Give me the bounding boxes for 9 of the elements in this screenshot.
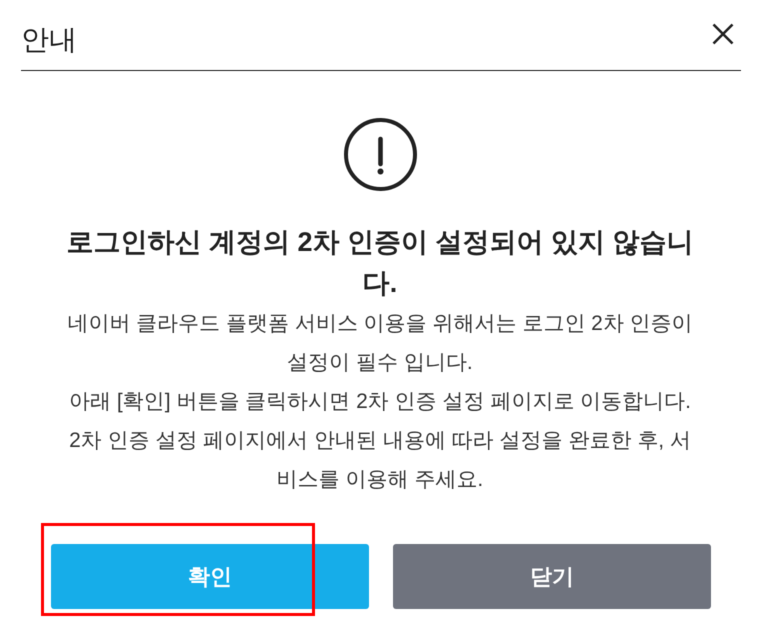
confirm-button[interactable]: 확인 [51,544,369,609]
message-text: 네이버 클라우드 플랫폼 서비스 이용을 위해서는 로그인 2차 인증이 설정이 필수 입니다. [66,311,694,376]
dialog-title: 안내 [21,23,77,57]
message-heading: 로그인하신 계정의 2차 인증이 설정되어 있지 않습니다. [65,226,695,300]
message-text: 아래 [확인] 버튼을 클릭하시면 2차 인증 설정 페이지로 이동합니다. [69,389,691,415]
close-icon[interactable] [712,23,734,45]
message-text: 2차 인증 설정 페이지에서 안내된 내용에 따라 설정을 완료한 후, 서비스를 이용해 주세요. [68,428,692,493]
exclamation-circle-icon [344,118,416,191]
close-button[interactable]: 닫기 [393,544,711,609]
